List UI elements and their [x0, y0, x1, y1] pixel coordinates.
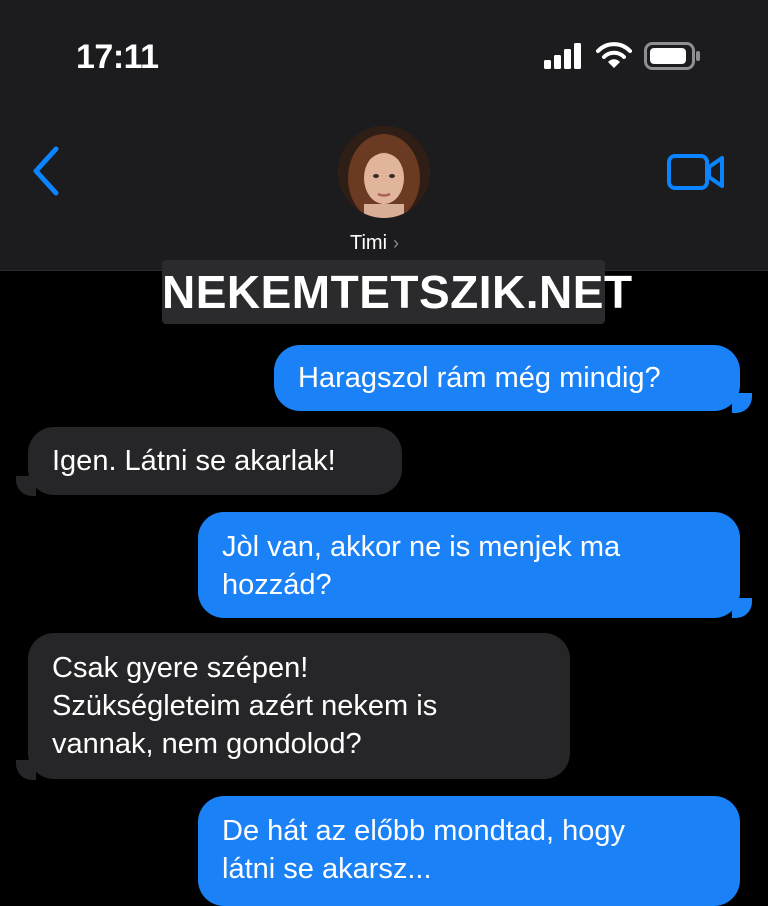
- contact-name: Timi: [350, 232, 388, 254]
- video-camera-icon[interactable]: [666, 152, 726, 192]
- message-line: látni se akarsz...: [222, 853, 432, 885]
- cellular-signal-icon: [544, 43, 581, 69]
- message-line: hozzád?: [222, 569, 332, 601]
- message-line: Szükségleteim azért nekem is: [52, 690, 438, 722]
- battery-icon: [644, 42, 700, 70]
- message-bubble-outgoing[interactable]: Haragszol rám még mindig?: [274, 345, 740, 411]
- status-time: 17:11: [76, 38, 159, 76]
- watermark-banner: NEKEMTETSZIK.NET: [162, 260, 632, 324]
- message-text: Haragszol rám még mindig?: [298, 362, 661, 394]
- message-bubble-outgoing[interactable]: Jòl van, akkor ne is menjek ma hozzád?: [198, 512, 740, 618]
- message-bubble-incoming[interactable]: Igen. Látni se akarlak!: [28, 427, 402, 495]
- message-bubble-outgoing[interactable]: De hát az előbb mondtad, hogy látni se a…: [198, 796, 740, 906]
- message-line: Jòl van, akkor ne is menjek ma: [222, 531, 621, 563]
- conversation-header: 17:11 Timi ›: [0, 0, 768, 271]
- message-text: Igen. Látni se akarlak!: [52, 445, 336, 477]
- message-line: Csak gyere szépen!: [52, 652, 309, 684]
- wifi-icon: [596, 42, 632, 68]
- message-line: vannak, nem gondolod?: [52, 728, 362, 760]
- status-icons: [544, 42, 702, 70]
- chevron-right-icon: ›: [393, 233, 400, 253]
- back-chevron-icon[interactable]: [28, 145, 68, 197]
- contact-name-button[interactable]: Timi ›: [350, 232, 399, 255]
- message-line: De hát az előbb mondtad, hogy: [222, 815, 626, 847]
- message-bubble-incoming[interactable]: Csak gyere szépen! Szükségleteim azért n…: [28, 633, 570, 779]
- contact-avatar[interactable]: [338, 126, 430, 218]
